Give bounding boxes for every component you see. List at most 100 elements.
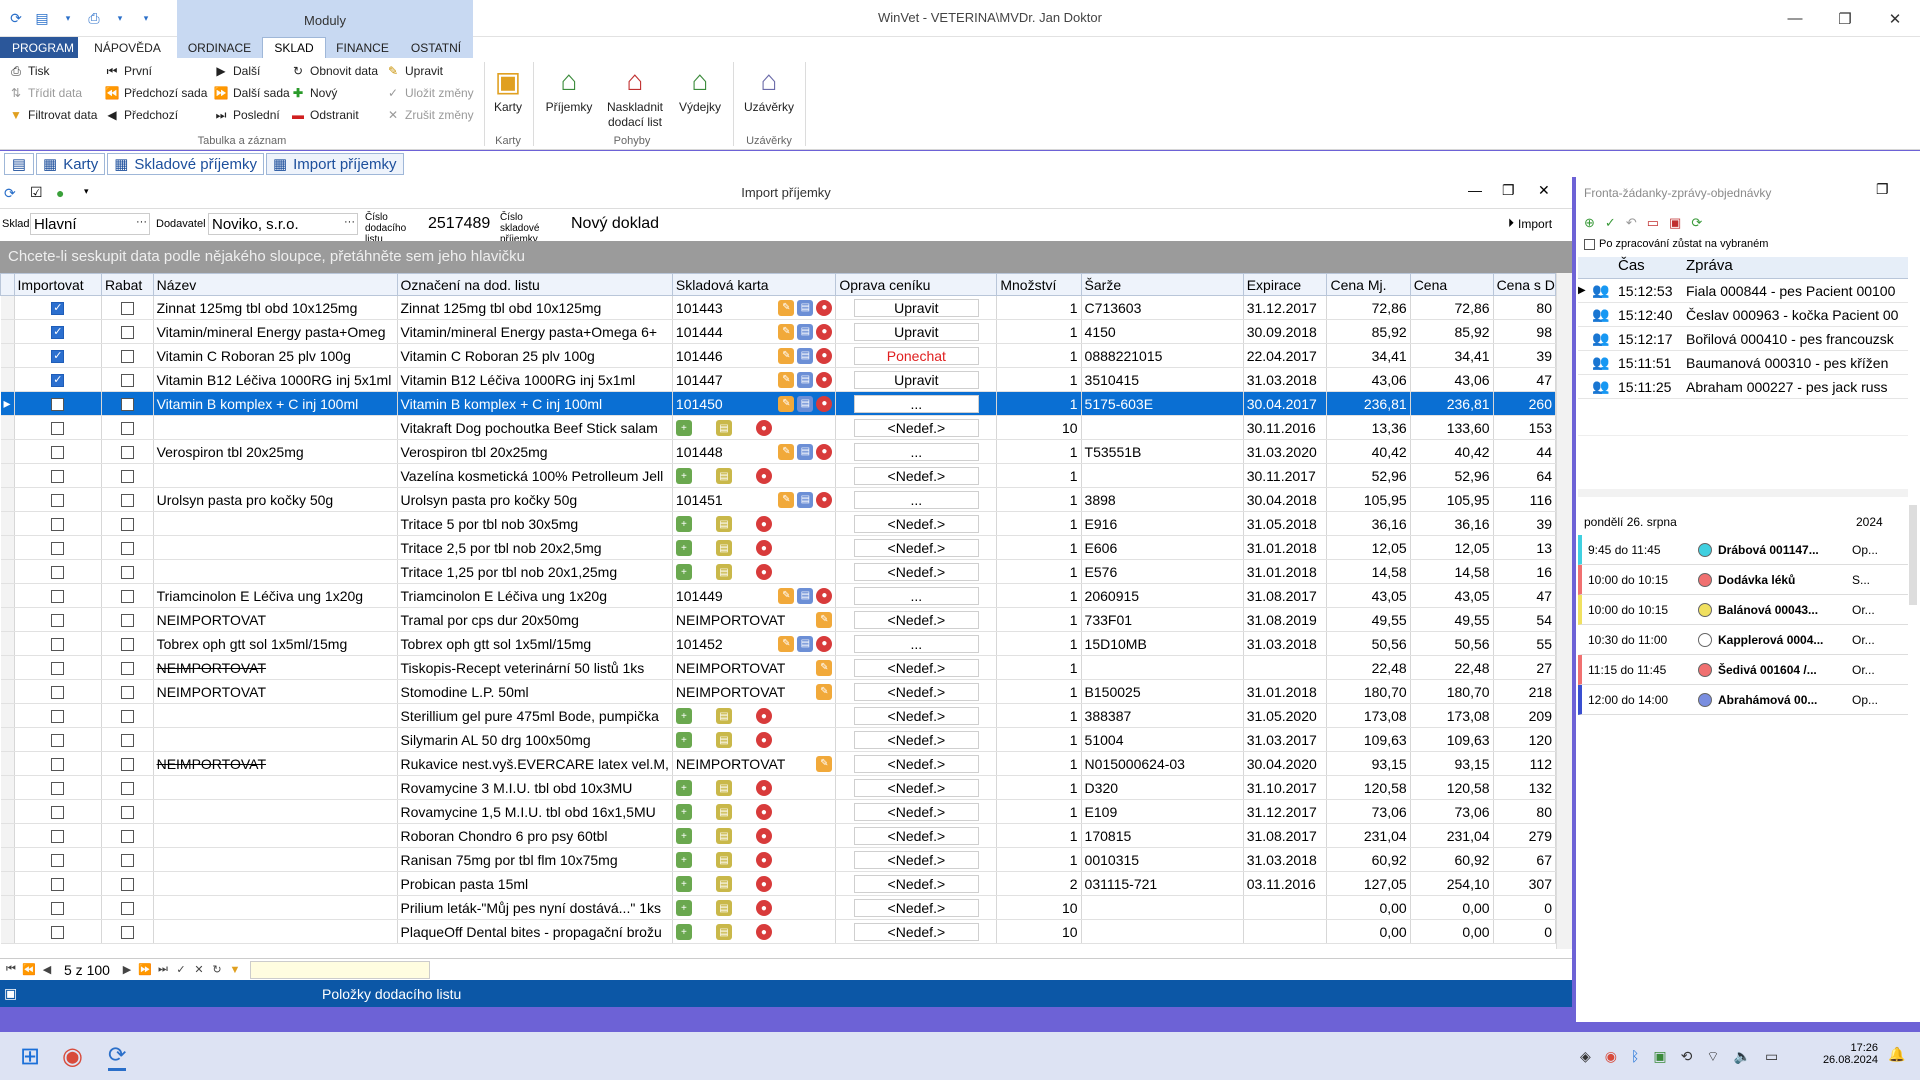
skladova-karta-cell[interactable]: NEIMPORTOVAT ✎ xyxy=(672,655,837,680)
mnozstvi-cell[interactable]: 2 xyxy=(996,871,1082,896)
sarze-cell[interactable]: C713603 xyxy=(1081,295,1244,320)
cena-cell[interactable]: 43,05 xyxy=(1410,583,1494,608)
cena-cell[interactable]: 52,96 xyxy=(1410,463,1494,488)
oprava-ceniku-select[interactable]: ... xyxy=(853,490,979,509)
rabat-cell[interactable] xyxy=(101,439,154,464)
oprava-ceniku-cell[interactable]: ... xyxy=(835,487,998,512)
cena-s-d-cell[interactable]: 80 xyxy=(1493,295,1556,320)
importovat-checkbox[interactable] xyxy=(51,494,65,508)
importovat-cell[interactable] xyxy=(14,415,102,440)
oprava-ceniku-cell[interactable]: <Nedef.> xyxy=(835,415,998,440)
row-indicator[interactable] xyxy=(0,655,15,680)
cena-s-d-cell[interactable]: 39 xyxy=(1493,511,1556,536)
sarze-cell[interactable]: 733F01 xyxy=(1081,607,1244,632)
oprava-ceniku-cell[interactable]: <Nedef.> xyxy=(835,919,998,944)
oprava-ceniku-cell[interactable]: <Nedef.> xyxy=(835,607,998,632)
next-button[interactable]: ▶ Další xyxy=(213,60,293,82)
cena-s-d-cell[interactable]: 260 xyxy=(1493,391,1556,416)
cena-s-d-cell[interactable]: 0 xyxy=(1493,895,1556,920)
calendar-event[interactable]: 10:00 do 10:15 Balánová 00043... Or... xyxy=(1578,595,1908,625)
oznaceni-cell[interactable]: PlaqueOff Dental bites - propagační brož… xyxy=(397,919,673,944)
sarze-cell[interactable]: 388387 xyxy=(1081,703,1244,728)
oprava-ceniku-select[interactable]: <Nedef.> xyxy=(853,922,979,941)
col-header-cena-s-d[interactable]: Cena s D xyxy=(1492,273,1556,296)
oprava-ceniku-cell[interactable]: <Nedef.> xyxy=(835,823,998,848)
rabat-cell[interactable] xyxy=(101,535,154,560)
rabat-cell[interactable] xyxy=(101,583,154,608)
table-row[interactable]: Tritace 5 por tbl nob 30x5mg + ▤ ● <Nedef.> 1… xyxy=(0,511,1556,536)
sarze-cell[interactable]: D320 xyxy=(1081,775,1244,800)
minimize-button[interactable]: — xyxy=(1468,182,1482,198)
oprava-ceniku-select[interactable]: <Nedef.> xyxy=(853,706,979,725)
oprava-ceniku-cell[interactable]: Upravit xyxy=(835,319,998,344)
nazev-cell[interactable] xyxy=(153,463,398,488)
doc-menu-button[interactable]: ▤ xyxy=(4,153,34,175)
sarze-cell[interactable]: E916 xyxy=(1081,511,1244,536)
prev-page-icon[interactable]: ⏪ xyxy=(22,963,36,976)
calendar-scrollbar[interactable] xyxy=(1909,505,1917,605)
mnozstvi-cell[interactable]: 1 xyxy=(996,487,1082,512)
rabat-checkbox[interactable] xyxy=(120,422,134,436)
row-indicator[interactable] xyxy=(0,463,15,488)
card-detail-icon[interactable]: ▤ xyxy=(797,587,814,604)
cena-cell[interactable]: 40,42 xyxy=(1410,439,1494,464)
customize-icon[interactable]: ▾ xyxy=(136,9,156,29)
rabat-checkbox[interactable] xyxy=(120,806,134,820)
skladova-karta-cell[interactable]: + ▤ ● xyxy=(672,871,837,896)
refresh-icon[interactable]: ↻ xyxy=(210,963,224,976)
cena-cell[interactable]: 231,04 xyxy=(1410,823,1494,848)
remove-link-icon[interactable]: ● xyxy=(816,347,833,364)
col-header-sarze[interactable]: Šarže xyxy=(1080,273,1244,296)
remove-link-icon[interactable]: ● xyxy=(816,443,833,460)
oprava-ceniku-cell[interactable]: <Nedef.> xyxy=(835,799,998,824)
table-row[interactable]: PlaqueOff Dental bites - propagační brož… xyxy=(0,919,1556,944)
cena-s-d-cell[interactable]: 64 xyxy=(1493,463,1556,488)
stay-on-selected-option[interactable]: Po zpracování zůstat na vybraném xyxy=(1584,238,1768,250)
edit-card-icon[interactable]: ✎ xyxy=(778,395,795,412)
remove-link-icon[interactable]: ● xyxy=(816,635,833,652)
undo-icon[interactable]: ↶ xyxy=(1626,215,1637,231)
table-row[interactable]: NEIMPORTOVAT Tramal por cps dur 20x50mg NE… xyxy=(0,607,1556,632)
cena-mj-cell[interactable]: 73,06 xyxy=(1326,799,1411,824)
oprava-ceniku-select[interactable]: <Nedef.> xyxy=(853,466,979,485)
tab-ordinace[interactable]: ORDINACE xyxy=(177,37,262,58)
first-button[interactable]: ⏮ První xyxy=(104,60,214,82)
oznaceni-cell[interactable]: Rukavice nest.vyš.EVERCARE latex vel.M, xyxy=(397,751,673,776)
importovat-checkbox[interactable] xyxy=(51,830,65,844)
cena-s-d-cell[interactable]: 98 xyxy=(1493,319,1556,344)
importovat-checkbox[interactable] xyxy=(51,662,65,676)
skladova-karta-cell[interactable]: 101447 ✎ ▤ ● xyxy=(672,367,837,392)
oznaceni-cell[interactable]: Tiskopis-Recept veterinární 50 listů 1ks xyxy=(397,655,673,680)
rabat-checkbox[interactable] xyxy=(120,590,134,604)
row-indicator[interactable] xyxy=(0,295,15,320)
cena-s-d-cell[interactable]: 132 xyxy=(1493,775,1556,800)
row-indicator[interactable] xyxy=(0,367,15,392)
row-indicator[interactable] xyxy=(0,751,15,776)
cena-cell[interactable]: 120,58 xyxy=(1410,775,1494,800)
row-indicator[interactable] xyxy=(0,679,15,704)
remove-link-icon[interactable]: ● xyxy=(755,564,772,581)
sarze-cell[interactable]: E576 xyxy=(1081,559,1244,584)
cena-cell[interactable]: 60,92 xyxy=(1410,847,1494,872)
cena-cell[interactable]: 0,00 xyxy=(1410,895,1494,920)
rabat-cell[interactable] xyxy=(101,463,154,488)
rabat-cell[interactable] xyxy=(101,703,154,728)
naskladnit-button[interactable]: ⌂ Naskladnit dodací list xyxy=(602,62,668,130)
check-icon[interactable]: ✓ xyxy=(1605,215,1616,231)
row-indicator[interactable] xyxy=(0,703,15,728)
select-card-icon[interactable]: ▤ xyxy=(715,804,732,821)
oprava-ceniku-cell[interactable]: <Nedef.> xyxy=(835,463,998,488)
uzaverky-button[interactable]: ⌂ Uzávěrky xyxy=(740,62,798,114)
sarze-cell[interactable]: 3510415 xyxy=(1081,367,1244,392)
doctab-import-prijemky[interactable]: ▦ Import příjemky xyxy=(265,153,404,175)
panel-icon[interactable]: ▣ xyxy=(4,985,17,1002)
tab-program[interactable]: PROGRAM xyxy=(0,37,78,58)
oprava-ceniku-cell[interactable]: ... xyxy=(835,391,998,416)
importovat-cell[interactable] xyxy=(14,919,102,944)
cena-s-d-cell[interactable]: 153 xyxy=(1493,415,1556,440)
cena-cell[interactable]: 34,41 xyxy=(1410,343,1494,368)
cena-s-d-cell[interactable]: 279 xyxy=(1493,823,1556,848)
new-card-icon[interactable]: + xyxy=(675,780,692,797)
skladova-karta-cell[interactable]: + ▤ ● xyxy=(672,415,837,440)
expirace-cell[interactable]: 31.01.2018 xyxy=(1243,559,1328,584)
